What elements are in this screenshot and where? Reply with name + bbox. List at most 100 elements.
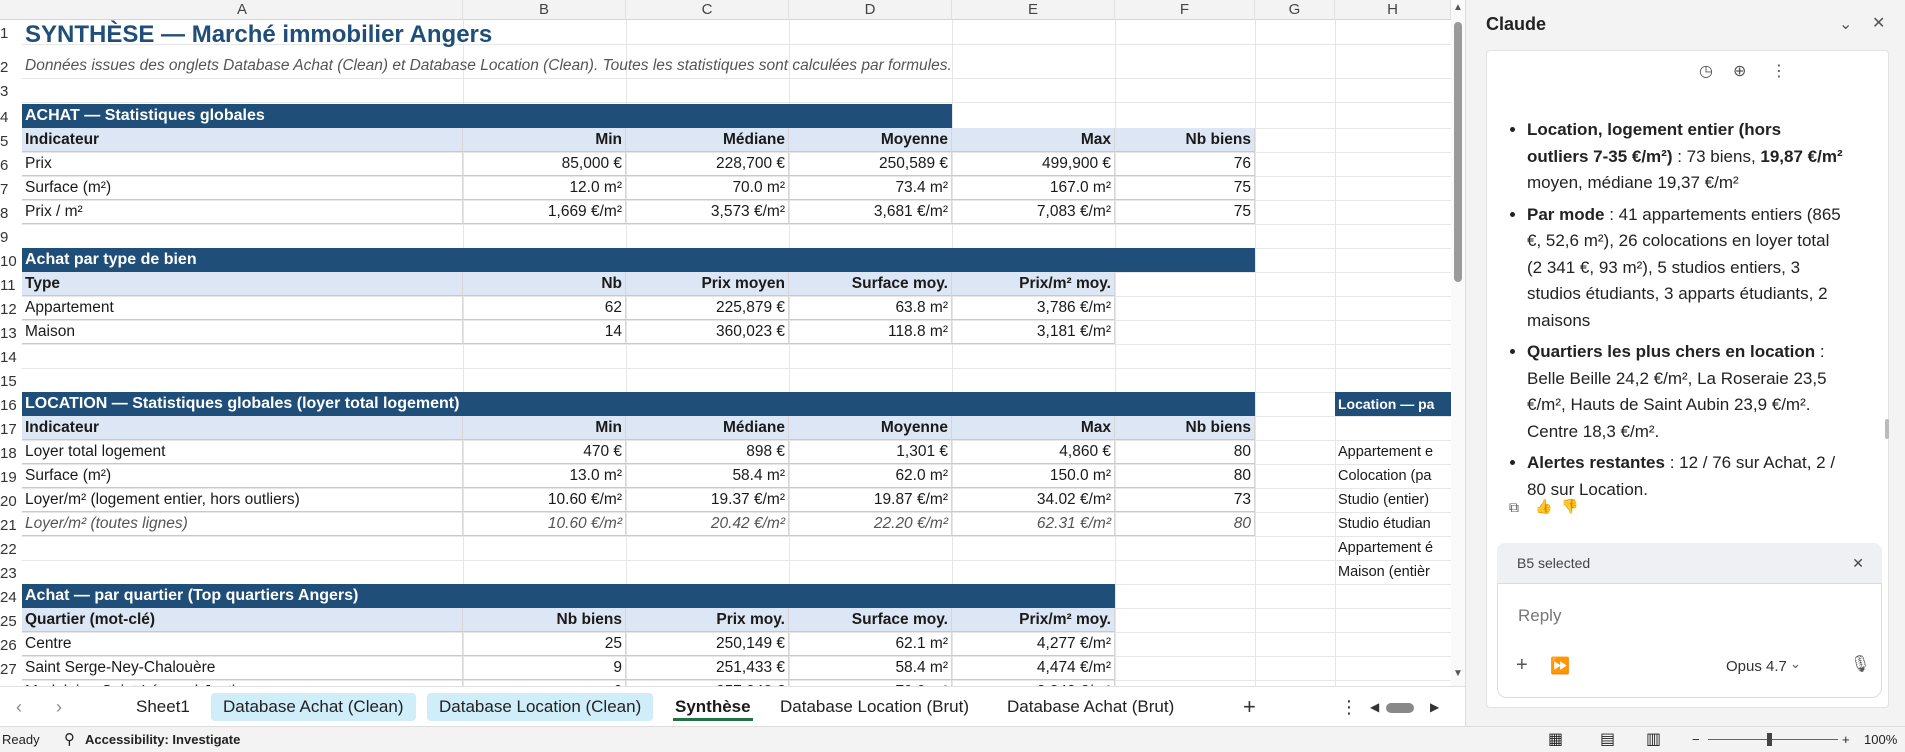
table-cell[interactable]: 25 <box>463 632 626 656</box>
row-header[interactable]: 9 <box>0 226 22 250</box>
row-header[interactable]: 27 <box>0 658 22 682</box>
spreadsheet-grid[interactable]: A B C D E F G H 1 2 3 4 5 6 7 8 9 10 11 12 13 14 15 16 1… <box>0 0 1451 686</box>
table-cell[interactable]: 7,083 €/m² <box>952 200 1115 224</box>
table-header[interactable]: Indicateur <box>22 128 463 152</box>
achat-global-band[interactable]: ACHAT — Statistiques globales <box>22 104 952 128</box>
scroll-down-icon[interactable]: ▼ <box>1453 668 1463 679</box>
row-header[interactable]: 8 <box>0 202 22 226</box>
table-header[interactable]: Max <box>952 416 1115 440</box>
row-header[interactable]: 24 <box>0 586 22 610</box>
table-cell[interactable]: Saint Serge-Ney-Chalouère <box>22 656 463 680</box>
row-header[interactable]: 3 <box>0 80 22 104</box>
location-side-item[interactable]: Colocation (pa <box>1335 464 1451 488</box>
row-header[interactable]: 25 <box>0 610 22 634</box>
more-icon[interactable]: ⋮ <box>1340 693 1358 721</box>
table-header[interactable]: Médiane <box>626 416 789 440</box>
zoom-level[interactable]: 100% <box>1864 727 1897 752</box>
row-header[interactable]: 18 <box>0 442 22 466</box>
column-header-d[interactable]: D <box>789 0 952 20</box>
location-side-item[interactable]: Studio étudian <box>1335 512 1451 536</box>
page-break-icon[interactable]: ▥ <box>1646 727 1661 752</box>
table-cell[interactable]: 499,900 € <box>952 152 1115 176</box>
table-header[interactable]: Nb <box>463 272 626 296</box>
table-cell[interactable]: 14 <box>463 320 626 344</box>
tab-sheet1[interactable]: Sheet1 <box>124 693 202 721</box>
table-cell[interactable]: 3,573 €/m² <box>626 200 789 224</box>
table-cell[interactable]: 118.8 m² <box>789 320 952 344</box>
table-cell[interactable]: 12.0 m² <box>463 176 626 200</box>
achat-quartier-band[interactable]: Achat — par quartier (Top quartiers Ange… <box>22 584 1115 608</box>
zoom-slider-thumb[interactable] <box>1767 733 1772 746</box>
table-header[interactable]: Prix/m² moy. <box>952 608 1115 632</box>
table-cell[interactable]: 3,181 €/m² <box>952 320 1115 344</box>
table-cell[interactable]: 250,149 € <box>626 632 789 656</box>
tab-database-location-brut[interactable]: Database Location (Brut) <box>768 693 981 721</box>
table-cell[interactable]: 58.4 m² <box>789 656 952 680</box>
table-header[interactable]: Indicateur <box>22 416 463 440</box>
tab-synthese[interactable]: Synthèse <box>663 693 763 721</box>
tab-database-achat-clean[interactable]: Database Achat (Clean) <box>211 693 416 721</box>
table-cell[interactable]: 76 <box>1115 152 1255 176</box>
add-icon[interactable]: + <box>1516 654 1528 677</box>
thumbs-down-icon[interactable]: 👎 <box>1561 498 1578 515</box>
row-header[interactable]: 19 <box>0 466 22 490</box>
table-cell[interactable]: 75 <box>1115 176 1255 200</box>
row-header[interactable]: 2 <box>0 56 22 80</box>
table-cell[interactable]: 250,589 € <box>789 152 952 176</box>
row-header[interactable]: 6 <box>0 154 22 178</box>
chevron-down-icon[interactable]: ⌄ <box>1839 14 1852 34</box>
history-icon[interactable]: ◷ <box>1699 61 1713 81</box>
row-header[interactable]: 26 <box>0 634 22 658</box>
row-header[interactable]: 1 <box>0 22 22 46</box>
table-cell[interactable]: Appartement <box>22 296 463 320</box>
row-header[interactable]: 4 <box>0 106 22 130</box>
table-header[interactable]: Min <box>463 416 626 440</box>
table-header[interactable]: Quartier (mot-clé) <box>22 608 463 632</box>
table-header[interactable]: Nb biens <box>1115 416 1255 440</box>
table-cell[interactable]: 3,786 €/m² <box>952 296 1115 320</box>
page-layout-icon[interactable]: ▤ <box>1600 727 1615 752</box>
table-cell[interactable]: Prix <box>22 152 463 176</box>
row-header[interactable]: 12 <box>0 298 22 322</box>
table-cell[interactable]: 73.4 m² <box>789 176 952 200</box>
normal-view-icon[interactable]: ▦ <box>1548 727 1563 752</box>
scroll-up-icon[interactable]: ▲ <box>1453 2 1463 13</box>
row-header[interactable]: 14 <box>0 346 22 370</box>
column-header-b[interactable]: B <box>463 0 626 20</box>
location-side-item[interactable]: Appartement e <box>1335 440 1451 464</box>
clear-selection-icon[interactable]: ✕ <box>1852 543 1864 583</box>
column-header-c[interactable]: C <box>626 0 789 20</box>
new-chat-icon[interactable]: ⊕ <box>1733 61 1746 81</box>
table-header[interactable]: Prix/m² moy. <box>952 272 1115 296</box>
more-icon[interactable]: ⋮ <box>1771 61 1787 81</box>
accessibility-icon[interactable]: ⚲ <box>64 727 75 752</box>
row-header[interactable]: 10 <box>0 250 22 274</box>
table-cell[interactable]: Centre <box>22 632 463 656</box>
zoom-slider[interactable] <box>1708 739 1838 740</box>
column-header-h[interactable]: H <box>1335 0 1451 20</box>
row-header[interactable]: 22 <box>0 538 22 562</box>
reply-box[interactable]: Reply + ⏩ Opus 4.7 ⌄ 🎙 <box>1497 583 1882 698</box>
row-header[interactable]: 11 <box>0 274 22 298</box>
reply-input[interactable]: Reply <box>1518 606 1561 626</box>
skip-icon[interactable]: ⏩ <box>1550 656 1570 676</box>
table-cell[interactable]: 225,879 € <box>626 296 789 320</box>
table-cell[interactable]: 62 <box>463 296 626 320</box>
table-header[interactable]: Type <box>22 272 463 296</box>
tab-prev-icon[interactable]: ‹ <box>16 693 22 721</box>
table-header[interactable]: Prix moy. <box>626 608 789 632</box>
table-cell[interactable]: 75 <box>1115 200 1255 224</box>
copy-icon[interactable]: ⧉ <box>1509 499 1519 516</box>
thumbs-up-icon[interactable]: 👍 <box>1535 498 1552 515</box>
achat-type-band[interactable]: Achat par type de bien <box>22 248 1255 272</box>
table-header[interactable]: Moyenne <box>789 128 952 152</box>
table-cell[interactable]: 4,474 €/m² <box>952 656 1115 680</box>
hscroll-left-icon[interactable]: ◀ <box>1370 693 1379 721</box>
table-cell[interactable]: 9 <box>463 656 626 680</box>
vertical-scrollbar[interactable]: ▲ ▼ <box>1451 0 1465 686</box>
column-header-e[interactable]: E <box>952 0 1115 20</box>
column-header-a[interactable]: A <box>22 0 463 20</box>
table-cell[interactable]: 4,277 €/m² <box>952 632 1115 656</box>
scrollbar-thumb[interactable] <box>1454 22 1462 282</box>
table-header[interactable]: Prix moyen <box>626 272 789 296</box>
